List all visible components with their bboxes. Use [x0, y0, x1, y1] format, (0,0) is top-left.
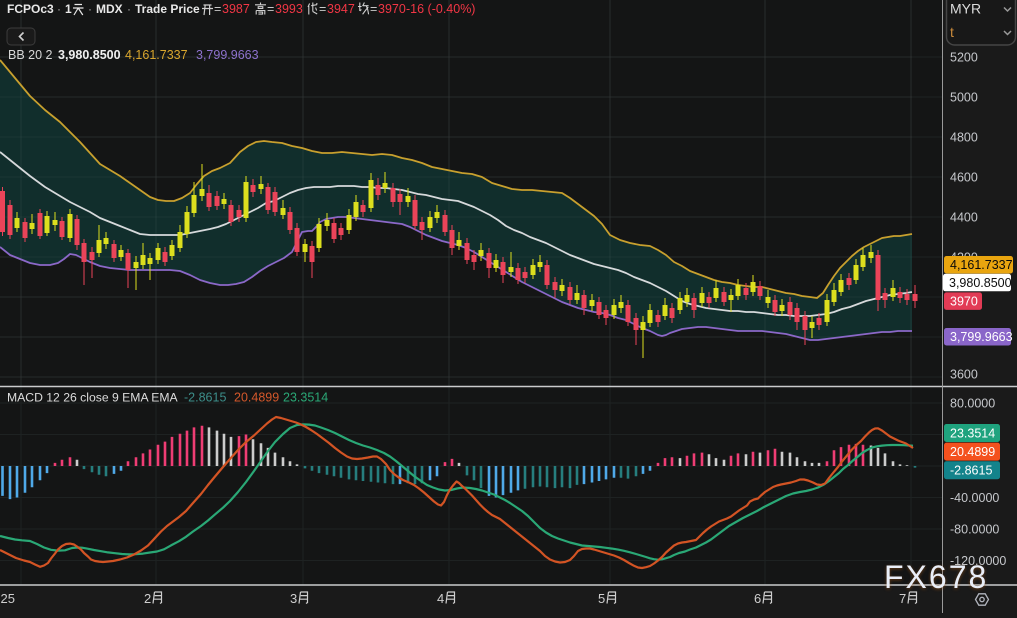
svg-text:1: 1 [65, 2, 72, 16]
svg-text:3987: 3987 [222, 2, 250, 16]
svg-text:3600: 3600 [950, 367, 978, 381]
svg-text:3,980.8500: 3,980.8500 [949, 276, 1012, 290]
svg-text:20.4899: 20.4899 [234, 391, 279, 405]
svg-text:-2.8615: -2.8615 [184, 391, 226, 405]
svg-text:4400: 4400 [950, 210, 978, 224]
svg-text:5200: 5200 [950, 50, 978, 64]
svg-text:4,161.7337: 4,161.7337 [125, 48, 188, 62]
svg-text:·: · [57, 2, 61, 16]
svg-text:80.0000: 80.0000 [950, 396, 995, 410]
svg-text:23.3514: 23.3514 [950, 426, 995, 440]
svg-text:BB 20 2: BB 20 2 [8, 48, 53, 62]
svg-text:3993: 3993 [275, 2, 303, 16]
svg-text:-80.0000: -80.0000 [950, 522, 999, 536]
svg-text:-40.0000: -40.0000 [950, 491, 999, 505]
svg-text:6: 6 [754, 591, 761, 606]
svg-text:=: = [370, 2, 377, 16]
svg-text:Trade Price: Trade Price [135, 2, 200, 16]
svg-text:3970: 3970 [950, 294, 978, 308]
svg-text:2025: 2025 [0, 591, 15, 606]
svg-text:4600: 4600 [950, 170, 978, 184]
svg-text:3,980.8500: 3,980.8500 [58, 48, 121, 62]
svg-text:3,799.9663: 3,799.9663 [196, 48, 259, 62]
svg-text:3: 3 [290, 591, 297, 606]
svg-text:-2.8615: -2.8615 [950, 464, 992, 478]
svg-text:FX678: FX678 [884, 559, 988, 595]
svg-text:MACD 12 26 close 9 EMA EMA: MACD 12 26 close 9 EMA EMA [7, 391, 179, 405]
svg-text:4,161.7337: 4,161.7337 [950, 258, 1013, 272]
svg-text:5000: 5000 [950, 90, 978, 104]
svg-text:t: t [950, 24, 954, 40]
svg-text:=: = [214, 2, 221, 16]
svg-text:5: 5 [598, 591, 605, 606]
svg-text:·: · [127, 2, 131, 16]
svg-text:2: 2 [144, 591, 151, 606]
svg-text:·: · [88, 2, 92, 16]
svg-text:3947: 3947 [327, 2, 355, 16]
svg-text:3970: 3970 [378, 2, 406, 16]
svg-text:4: 4 [437, 591, 444, 606]
svg-text:=: = [319, 2, 326, 16]
svg-text:FCPOc3: FCPOc3 [7, 2, 54, 16]
svg-text:-16 (-0.40%): -16 (-0.40%) [406, 2, 475, 16]
svg-text:3,799.9663: 3,799.9663 [950, 330, 1013, 344]
svg-text:4800: 4800 [950, 130, 978, 144]
svg-text:23.3514: 23.3514 [283, 391, 328, 405]
svg-text:20.4899: 20.4899 [950, 445, 995, 459]
svg-text:=: = [267, 2, 274, 16]
svg-text:MYR: MYR [950, 1, 981, 17]
svg-text:MDX: MDX [96, 2, 123, 16]
